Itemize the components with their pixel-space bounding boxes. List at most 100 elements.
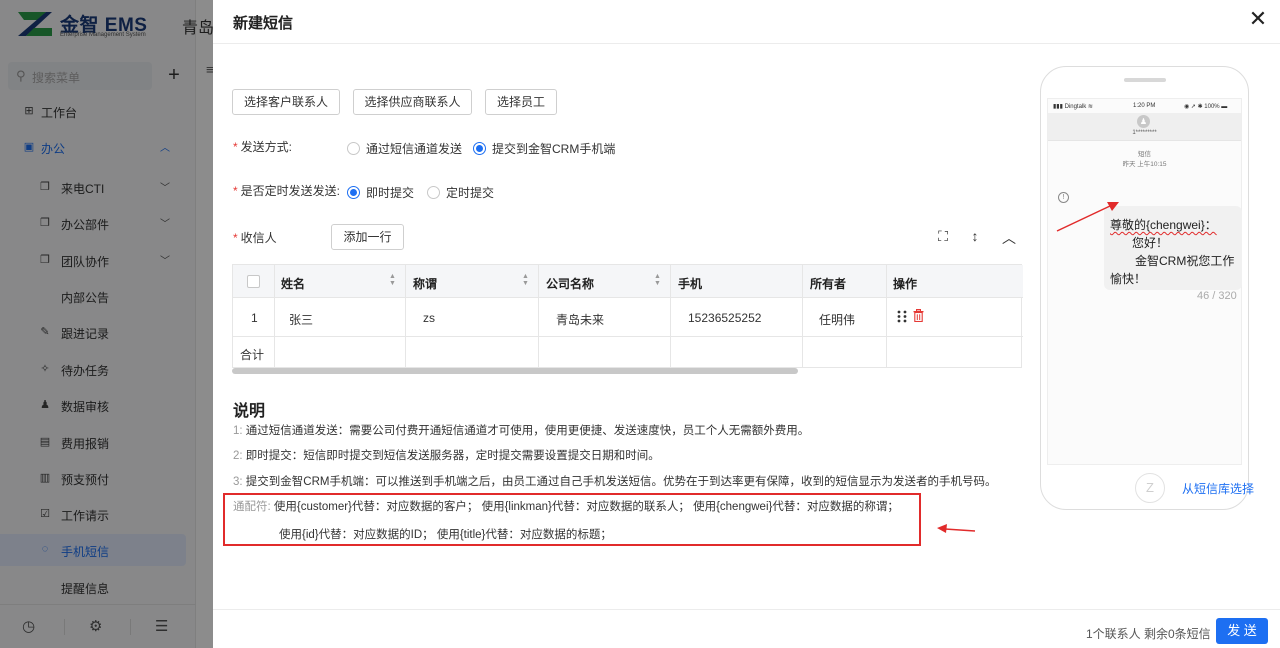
trash-icon[interactable]	[913, 309, 924, 322]
cell-value: 张三	[289, 313, 314, 327]
total-cell	[275, 337, 406, 368]
cell-value: 15236525252	[688, 311, 762, 325]
column-label: 公司名称	[546, 277, 595, 291]
title-cell[interactable]: zs	[406, 298, 539, 337]
total-cell	[671, 337, 803, 368]
note-item: 3: 提交到金智CRM手机端：可以推送到手机端之后，由员工通过自己手机发送短信。…	[233, 473, 996, 489]
sort-icon[interactable]: ▲ ▼	[654, 273, 661, 287]
note-text: 提交到金智CRM手机端：可以推送到手机端之后，由员工通过自己手机发送短信。优势在…	[245, 476, 997, 488]
annotation-arrow-icon	[937, 524, 976, 533]
select-all-checkbox[interactable]	[247, 275, 260, 288]
avatar-icon: ♟	[1137, 115, 1150, 128]
fullscreen-icon[interactable]: ⛶	[933, 228, 953, 248]
column-header[interactable]: 所有者	[803, 265, 887, 298]
recipients-label-row: * 收信人	[233, 229, 277, 249]
contact-number: 1*********	[1132, 130, 1157, 136]
cell-value: 任明伟	[819, 313, 856, 327]
sort-icon[interactable]: ▲ ▼	[522, 273, 529, 287]
timing-label: 是否定时发送发送:	[240, 184, 341, 198]
timing-row: * 是否定时发送发送: 即时提交 定时提交	[233, 182, 653, 202]
actions-cell	[887, 298, 1023, 337]
header-select-cell	[233, 265, 275, 298]
column-header[interactable]: 姓名 ▲ ▼	[275, 265, 406, 298]
sms-contact-header: ♟ 1*********	[1048, 113, 1241, 141]
wildcard-text: 使用{customer}代替：对应数据的客户； 使用{linkman}代替：对应…	[273, 501, 899, 513]
radio-crm-mobile[interactable]: 提交到金智CRM手机端	[473, 140, 615, 157]
total-label-cell: 合计	[233, 337, 275, 368]
wildcard-line: 通配符: 使用{customer}代替：对应数据的客户； 使用{linkman}…	[233, 498, 899, 514]
message-time: 昨天 上午10:15	[1122, 161, 1167, 168]
total-label: 合计	[240, 348, 265, 362]
table-row[interactable]: 1 张三 zs 青岛未来 15236525252 任明伟	[233, 298, 1023, 337]
name-cell[interactable]: 张三	[275, 298, 406, 337]
radio-sms-channel[interactable]: 通过短信通道发送	[347, 140, 462, 157]
phone-cell[interactable]: 15236525252	[671, 298, 803, 337]
phone-home-logo-icon: Z	[1135, 473, 1165, 503]
radio-dot	[347, 186, 360, 199]
company-cell[interactable]: 青岛未来	[539, 298, 671, 337]
note-item: 2: 即时提交：短信即时提交到短信发送服务器，定时提交需要设置提交日期和时间。	[233, 447, 660, 463]
message-type: 短信	[1138, 151, 1151, 158]
radio-dot	[347, 142, 360, 155]
drawer-header: 新建短信 ✕	[213, 0, 1280, 44]
select-customer-contact-button[interactable]: 选择客户联系人	[232, 89, 340, 115]
radio-dot	[473, 142, 486, 155]
required-mark: *	[233, 184, 238, 198]
cell-value: zs	[423, 311, 435, 325]
phone-preview: ▮▮▮ Dingtalk ≋ 1:20 PM ◉ ➚ ✱ 100% ▬ ♟ 1*…	[1040, 66, 1249, 510]
select-from-library-link[interactable]: 从短信库选择	[1182, 480, 1254, 497]
select-employee-button[interactable]: 选择员工	[485, 89, 557, 115]
bubble-line: 尊敬的{chengwei}：	[1110, 218, 1217, 232]
phone-screen: ▮▮▮ Dingtalk ≋ 1:20 PM ◉ ➚ ✱ 100% ▬ ♟ 1*…	[1047, 98, 1242, 465]
column-header: 操作	[887, 265, 1023, 298]
note-text: 通过短信通道发送：需要公司付费开通短信通道才可使用，使用更便捷、发送速度快，员工…	[245, 425, 810, 437]
radio-immediate[interactable]: 即时提交	[347, 184, 414, 201]
column-label: 操作	[893, 277, 918, 291]
chevron-up-icon[interactable]: ︿	[999, 228, 1019, 248]
add-row-button[interactable]: 添加一行	[331, 224, 404, 250]
column-label: 所有者	[810, 277, 847, 291]
footer-status: 1个联系人 剩余0条短信	[1086, 627, 1211, 641]
note-text: 即时提交：短信即时提交到短信发送服务器，定时提交需要设置提交日期和时间。	[245, 450, 660, 462]
cell-value: 青岛未来	[556, 313, 605, 327]
column-label: 姓名	[281, 277, 306, 291]
phone-status-bar: ▮▮▮ Dingtalk ≋ 1:20 PM ◉ ➚ ✱ 100% ▬	[1048, 99, 1241, 113]
wildcard-line: 使用{id}代替：对应数据的ID； 使用{title}代替：对应数据的标题；	[279, 526, 612, 542]
wildcard-label: 通配符:	[233, 501, 271, 513]
radio-scheduled[interactable]: 定时提交	[427, 184, 494, 201]
drag-handle-icon[interactable]	[897, 310, 907, 323]
wildcard-text: 使用{id}代替：对应数据的ID； 使用{title}代替：对应数据的标题；	[279, 529, 612, 541]
owner-cell[interactable]: 任明伟	[803, 298, 887, 337]
table-horizontal-scrollbar[interactable]	[232, 368, 798, 374]
send-method-row: * 发送方式: 通过短信通道发送 提交到金智CRM手机端	[233, 138, 653, 158]
table-header: 姓名 ▲ ▼ 称谓 ▲ ▼ 公司名称 ▲ ▼ 手机 所有者 操作	[233, 265, 1023, 298]
drawer-footer: 1个联系人 剩余0条短信 发 送	[213, 609, 1280, 648]
phone-speaker	[1124, 78, 1166, 82]
drawer-title: 新建短信	[233, 15, 294, 32]
column-label: 称谓	[413, 277, 438, 291]
row-height-icon[interactable]: ↕	[965, 228, 985, 248]
status-time: 1:20 PM	[1133, 103, 1156, 109]
bubble-line: 您好！	[1132, 236, 1169, 250]
total-row: 合计	[233, 337, 1023, 368]
radio-dot	[427, 186, 440, 199]
row-index: 1	[251, 311, 258, 325]
bubble-line: 愉快！	[1110, 272, 1147, 286]
notes-title: 说明	[233, 403, 266, 420]
column-header[interactable]: 公司名称 ▲ ▼	[539, 265, 671, 298]
select-supplier-contact-button[interactable]: 选择供应商联系人	[353, 89, 472, 115]
bubble-line: 金智CRM祝您工作	[1135, 254, 1235, 268]
character-counter: 46 / 320	[1197, 290, 1237, 302]
recipients-table: 姓名 ▲ ▼ 称谓 ▲ ▼ 公司名称 ▲ ▼ 手机 所有者 操作 1 张三 zs 青岛未来 …	[232, 264, 1023, 368]
battery-status: ◉ ➚ ✱ 100% ▬	[1184, 104, 1228, 110]
row-index-cell: 1	[233, 298, 275, 337]
close-icon[interactable]: ✕	[1246, 8, 1270, 32]
total-cell	[406, 337, 539, 368]
send-button[interactable]: 发 送	[1216, 618, 1268, 644]
sort-icon[interactable]: ▲ ▼	[389, 273, 396, 287]
column-header[interactable]: 称谓 ▲ ▼	[406, 265, 539, 298]
column-header[interactable]: 手机	[671, 265, 803, 298]
radio-label: 即时提交	[366, 186, 415, 200]
carrier-text: ▮▮▮ Dingtalk ≋	[1053, 104, 1093, 110]
note-number: 3:	[233, 476, 243, 488]
